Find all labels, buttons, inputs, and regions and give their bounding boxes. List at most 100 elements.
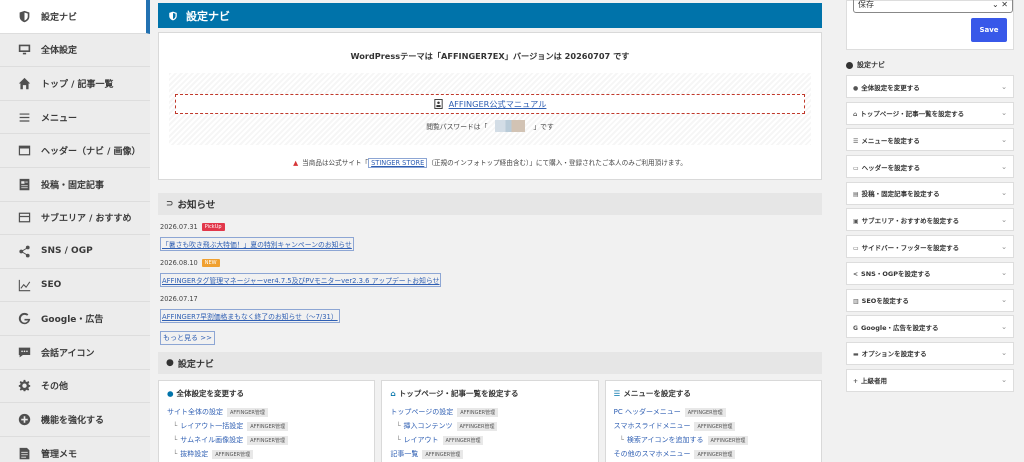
list-item: 2026.08.10 NEW AFFINGERタグ管理マネージャーver4.7.… bbox=[160, 257, 822, 287]
accordion-header[interactable]: ▭ ヘッダーを設定する ⌄ bbox=[846, 155, 1014, 179]
main-content: 設定ナビ WordPressテーマは「AFFINGER7EX」バージョンは 20… bbox=[158, 0, 822, 462]
news-date: 2026.08.10 bbox=[160, 258, 198, 267]
elbow-icon: └ bbox=[173, 422, 178, 430]
accordion-menu[interactable]: ☰ メニューを設定する ⌄ bbox=[846, 128, 1014, 152]
news-link[interactable]: AFFINGERタグ管理マネージャーver4.7.5及びPVモニターver2.3… bbox=[160, 273, 442, 287]
card-link-row[interactable]: トップページの設定 AFFINGER管理 bbox=[390, 405, 589, 419]
accordion-general[interactable]: ● 全体設定を変更する ⌄ bbox=[846, 75, 1014, 98]
sidebar-item-header[interactable]: ヘッダー（ナビ / 画像） bbox=[0, 134, 150, 168]
tag: AFFINGER管理 bbox=[422, 449, 464, 459]
accordion-options[interactable]: ▬ オプションを設定する ⌄ bbox=[846, 341, 1014, 365]
chevron-down-icon: ⌄ bbox=[1001, 215, 1007, 224]
sidebar-item-seo[interactable]: SEO bbox=[0, 269, 150, 303]
sidebar-item-label: 設定ナビ bbox=[41, 12, 78, 23]
card-link-row[interactable]: サイト全体の設定 AFFINGER管理 bbox=[167, 405, 366, 419]
sidebar-item-general[interactable]: 全体設定 bbox=[0, 34, 150, 68]
image-icon: ▣ bbox=[853, 217, 859, 225]
sidebar-item-settings-nav[interactable]: 設定ナビ bbox=[0, 0, 150, 34]
card-link[interactable]: その他のスマホメニュー bbox=[614, 449, 691, 459]
sidebar-item-label: トップ / 記事一覧 bbox=[41, 79, 114, 90]
card-link-row[interactable]: └ サムネイル画像設定 AFFINGER管理 bbox=[167, 433, 366, 447]
card-link-row[interactable]: その他のスマホメニュー AFFINGER管理 bbox=[614, 447, 813, 461]
card-link[interactable]: サイト全体の設定 bbox=[167, 407, 223, 417]
card-link-row[interactable]: └ 挿入コンテンツ AFFINGER管理 bbox=[390, 419, 589, 433]
sidebar-item-chat[interactable]: 会話アイコン bbox=[0, 336, 150, 370]
card-link[interactable]: 検索アイコンを追加する bbox=[627, 435, 704, 445]
card-link-row[interactable]: └ レイアウト一括設定 AFFINGER管理 bbox=[167, 419, 366, 433]
home-icon: ⌂ bbox=[853, 111, 858, 119]
sidebar-item-google[interactable]: Google・広告 bbox=[0, 302, 150, 336]
password-suffix: 」です bbox=[533, 123, 554, 131]
sidebar-item-label: 管理メモ bbox=[41, 449, 78, 460]
card-title-text: トップページ・記事一覧を設定する bbox=[398, 389, 519, 398]
manual-link[interactable]: AFFINGER公式マニュアル bbox=[449, 98, 547, 110]
sidebar-item-label: メニュー bbox=[41, 113, 78, 124]
post-icon: ▤ bbox=[853, 191, 859, 199]
save-box: 保存 ⌄ ✕ Save bbox=[846, 0, 1014, 50]
stinger-store-link[interactable]: STINGER STORE bbox=[368, 158, 428, 168]
card-link[interactable]: 抜粋設定 bbox=[180, 449, 208, 459]
card-title-text: メニューを設定する bbox=[623, 389, 691, 398]
card-link-row[interactable]: └ 検索アイコンを追加する AFFINGER管理 bbox=[614, 433, 813, 447]
accordion-sidebar[interactable]: ▭ サイドバー・フッターを設定する ⌄ bbox=[846, 235, 1014, 259]
accordion-posts[interactable]: ▤ 投稿・固定記事を設定する ⌄ bbox=[846, 181, 1014, 205]
card-link[interactable]: PC ヘッダーメニュー bbox=[614, 407, 681, 417]
nav-cards: ● 全体設定を変更する サイト全体の設定 AFFINGER管理 └ レイアウト一括設定… bbox=[158, 380, 822, 462]
sidebar-item-other[interactable]: その他 bbox=[0, 370, 150, 404]
sidebar-item-enhance[interactable]: 機能を強化する bbox=[0, 403, 150, 437]
accordion-label: 全体設定を変更する bbox=[861, 83, 920, 92]
more-link[interactable]: もっと見る >> bbox=[160, 331, 215, 345]
manual-icon bbox=[433, 99, 443, 109]
card-top: ⌂ トップページ・記事一覧を設定する トップページの設定 AFFINGER管理 └ 挿… bbox=[381, 380, 599, 462]
card-link[interactable]: レイアウト bbox=[404, 435, 439, 445]
save-select[interactable]: 保存 ⌄ ✕ bbox=[853, 0, 1013, 13]
card-link[interactable]: サムネイル画像設定 bbox=[180, 435, 243, 445]
card-link[interactable]: 記事一覧 bbox=[390, 449, 418, 459]
page-title-bar: 設定ナビ bbox=[158, 3, 822, 28]
accordion-label: ヘッダーを設定する bbox=[861, 163, 921, 172]
right-sidebar: 保存 ⌄ ✕ Save 設定ナビ ● 全体設定を変更する ⌄ ⌂ トップページ・記事一… bbox=[834, 0, 1024, 462]
sidebar-item-subarea[interactable]: サブエリア / おすすめ bbox=[0, 202, 150, 236]
card-link-row[interactable]: PC ヘッダーメニュー AFFINGER管理 bbox=[614, 405, 813, 419]
card-link[interactable]: トップページの設定 bbox=[390, 407, 453, 417]
card-link-row[interactable]: 記事一覧 AFFINGER管理 bbox=[390, 447, 589, 461]
header-icon: ▭ bbox=[853, 164, 859, 172]
sidebar-item-menu[interactable]: メニュー bbox=[0, 101, 150, 135]
shield-icon bbox=[16, 10, 32, 23]
share-icon: < bbox=[853, 271, 859, 279]
card-link-row[interactable]: └ レイアウト AFFINGER管理 bbox=[390, 433, 589, 447]
card-link[interactable]: スマホスライドメニュー bbox=[614, 421, 691, 431]
memo-icon bbox=[16, 447, 32, 460]
card-link[interactable]: 挿入コンテンツ bbox=[404, 421, 453, 431]
accordion-seo[interactable]: ▥ SEOを設定する ⌄ bbox=[846, 288, 1014, 312]
accordion-advanced[interactable]: + 上級者用 ⌄ bbox=[846, 368, 1014, 392]
news-date: 2026.07.17 bbox=[160, 294, 198, 303]
card-link-row[interactable]: スマホスライドメニュー AFFINGER管理 bbox=[614, 419, 813, 433]
sidebar-item-top[interactable]: トップ / 記事一覧 bbox=[0, 67, 150, 101]
elbow-icon: └ bbox=[396, 422, 401, 430]
accordion-subarea[interactable]: ▣ サブエリア・おすすめを設定する ⌄ bbox=[846, 208, 1014, 232]
sidebar-item-posts[interactable]: 投稿・固定記事 bbox=[0, 168, 150, 202]
tag: AFFINGER管理 bbox=[684, 407, 726, 417]
sidebar-item-label: その他 bbox=[41, 382, 69, 393]
save-select-value: 保存 bbox=[858, 0, 874, 9]
chevron-down-icon: ⌄ bbox=[1001, 82, 1007, 91]
card-title: ⌂ トップページ・記事一覧を設定する bbox=[390, 388, 589, 399]
compass-icon bbox=[846, 61, 853, 69]
accordion-sns[interactable]: < SNS・OGPを設定する ⌄ bbox=[846, 261, 1014, 285]
tag: AFFINGER管理 bbox=[247, 421, 289, 431]
menu-icon: ☰ bbox=[613, 389, 621, 398]
purchase-notice: ▲ 当商品は公式サイト「 STINGER STORE （正規のインフォトップ経由含む）… bbox=[159, 157, 821, 168]
card-link-row[interactable]: └ 抜粋設定 AFFINGER管理 bbox=[167, 447, 366, 461]
card-link[interactable]: レイアウト一括設定 bbox=[180, 421, 243, 431]
save-button[interactable]: Save bbox=[971, 18, 1007, 42]
news-link[interactable]: 「暑さも吹き飛ぶ大特価！」夏の特別キャンペーンのお知らせ bbox=[160, 237, 354, 251]
sidebar-item-sns[interactable]: SNS / OGP bbox=[0, 235, 150, 269]
sidebar-item-memo[interactable]: 管理メモ bbox=[0, 437, 150, 462]
accordion-label: サイドバー・フッターを設定する bbox=[861, 243, 960, 252]
plus-circle-icon bbox=[16, 413, 32, 426]
news-link[interactable]: AFFINGER7早割価格まもなく終了のお知らせ（〜7/31） bbox=[160, 309, 340, 323]
chevron-down-icon: ⌄ bbox=[1001, 189, 1007, 198]
accordion-top[interactable]: ⌂ トップページ・記事一覧を設定する ⌄ bbox=[846, 101, 1014, 125]
accordion-google[interactable]: G Google・広告を設定する ⌄ bbox=[846, 315, 1014, 339]
